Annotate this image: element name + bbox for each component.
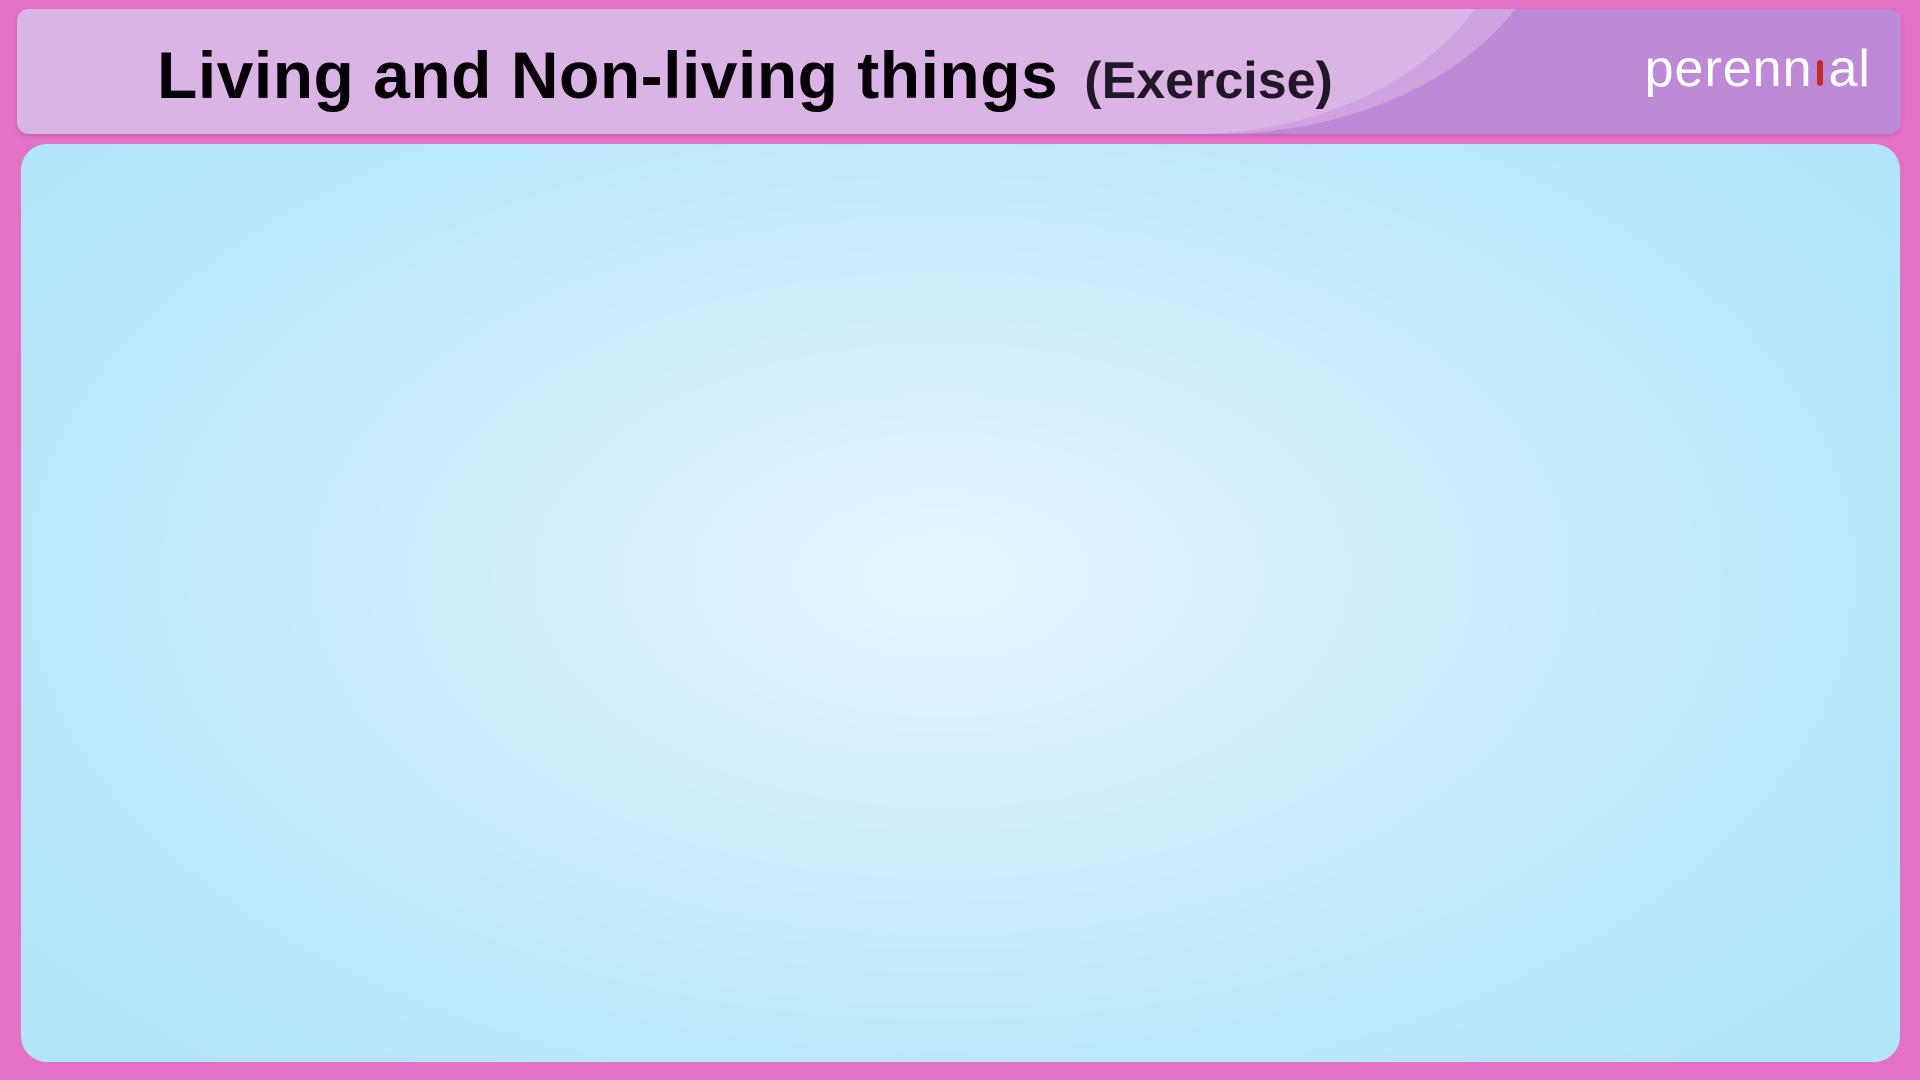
- perennial-logo: perenn al: [1645, 39, 1871, 99]
- red-i-dot-icon: [1816, 60, 1823, 86]
- logo-text-end: al: [1828, 40, 1871, 98]
- slide-title: Living and Non-living things (Exercise): [157, 37, 1333, 117]
- title-subtitle: (Exercise): [1084, 52, 1333, 110]
- content-area: [21, 144, 1900, 1062]
- slide-header: Living and Non-living things (Exercise) …: [17, 9, 1901, 134]
- slide-frame: Living and Non-living things (Exercise) …: [0, 0, 1920, 1080]
- title-main: Living and Non-living things: [157, 38, 1059, 112]
- logo-text-start: perenn: [1644, 40, 1813, 98]
